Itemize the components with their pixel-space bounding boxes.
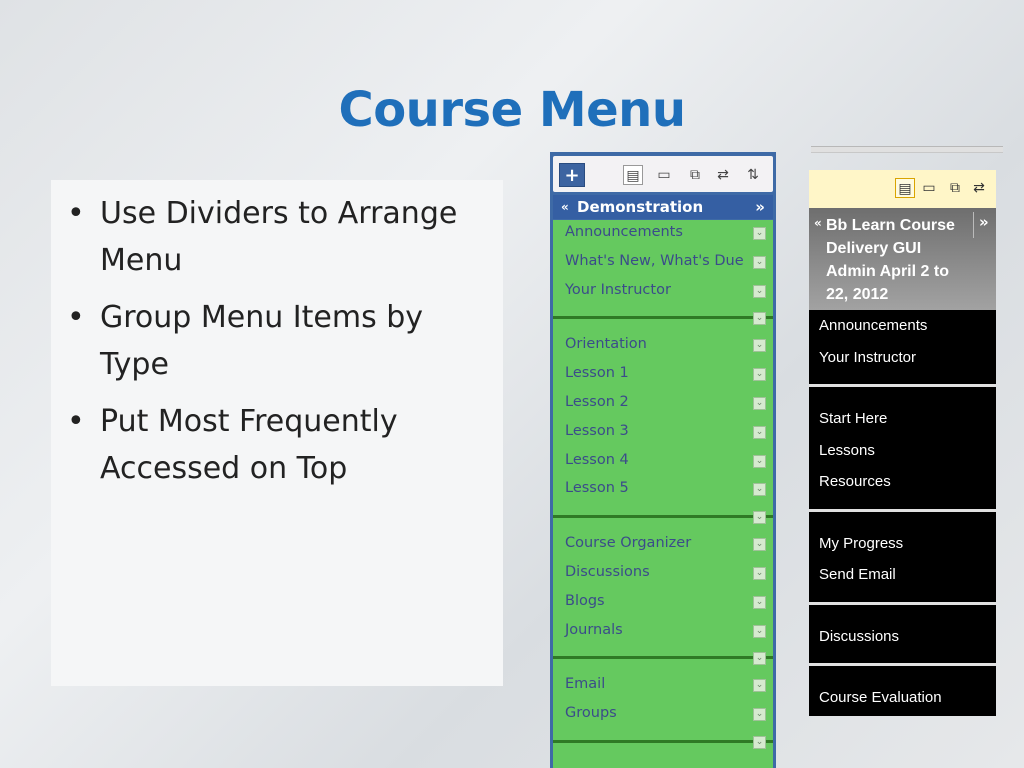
menu-item-your-instructor[interactable]: Your Instructor xyxy=(565,282,671,298)
menu-item-announcements[interactable]: Announcements xyxy=(565,224,683,240)
menu-item-journals[interactable]: Journals xyxy=(565,622,623,638)
window-top-edge xyxy=(811,146,1003,153)
menu-item-lesson-2[interactable]: Lesson 2 xyxy=(565,394,629,410)
divider-options-icon[interactable]: ⌄ xyxy=(753,736,766,749)
folder-view-icon[interactable]: ▭ xyxy=(919,178,939,198)
bullet-list: Use Dividers to Arrange Menu Group Menu … xyxy=(61,190,493,492)
reorder-icon[interactable]: ⇅ xyxy=(743,165,763,185)
window-icon[interactable]: ⧉ xyxy=(945,178,965,198)
menu-item-list: Announcements ⌄ What's New, What's Due ⌄ You… xyxy=(553,220,773,768)
divider-options-icon[interactable]: ⌄ xyxy=(753,511,766,525)
menu-divider xyxy=(809,601,996,605)
menu-item-lesson-1[interactable]: Lesson 1 xyxy=(565,365,629,381)
menu-item-my-progress[interactable]: My Progress xyxy=(819,535,903,552)
menu-item-discussions[interactable]: Discussions xyxy=(565,564,650,580)
menu-item-discussions[interactable]: Discussions xyxy=(819,628,899,645)
item-options-icon[interactable]: ⌄ xyxy=(753,567,766,580)
bullet-item: Use Dividers to Arrange Menu xyxy=(61,190,493,284)
item-options-icon[interactable]: ⌄ xyxy=(753,425,766,439)
menu-item-course-evaluation[interactable]: Course Evaluation xyxy=(819,689,942,706)
bullet-box: Use Dividers to Arrange Menu Group Menu … xyxy=(51,180,503,686)
item-options-icon[interactable]: ⌄ xyxy=(753,538,766,552)
menu-item-email[interactable]: Email xyxy=(565,676,605,692)
menu-divider[interactable] xyxy=(553,656,773,660)
menu-item-groups[interactable]: Groups xyxy=(565,705,617,721)
menu-item-lesson-5[interactable]: Lesson 5 xyxy=(565,480,629,496)
expand-icon[interactable]: » xyxy=(979,213,989,231)
menu-divider xyxy=(809,508,996,512)
menu-item-start-here[interactable]: Start Here xyxy=(819,410,887,427)
add-menu-item-button[interactable]: + xyxy=(559,163,585,187)
menu-divider xyxy=(809,663,996,666)
item-options-icon[interactable]: ⌄ xyxy=(753,368,766,382)
course-menu-green: + ▤ ▭ ⧉ ⇄ ⇅ « Demonstration » Announceme… xyxy=(550,152,776,768)
menu-item-resources[interactable]: Resources xyxy=(819,473,891,490)
item-options-icon[interactable]: ⌄ xyxy=(753,483,766,497)
collapse-icon[interactable]: « xyxy=(561,195,569,219)
menu-item-what-s-new-what-s-due[interactable]: What's New, What's Due xyxy=(565,253,744,269)
item-options-icon[interactable]: ⌄ xyxy=(753,708,766,722)
refresh-icon[interactable]: ⇄ xyxy=(969,178,989,198)
bullet-item: Group Menu Items by Type xyxy=(61,294,493,388)
item-options-icon[interactable]: ⌄ xyxy=(753,255,766,269)
menu-item-lessons[interactable]: Lessons xyxy=(819,442,875,459)
divider-options-icon[interactable]: ⌄ xyxy=(753,312,766,326)
divider-options-icon[interactable]: ⌄ xyxy=(753,652,766,666)
item-options-icon[interactable]: ⌄ xyxy=(753,679,766,693)
course-name: Demonstration xyxy=(577,198,704,216)
item-options-icon[interactable]: ⌄ xyxy=(753,595,766,609)
course-header[interactable]: « Bb Learn Course Delivery GUI Admin Apr… xyxy=(809,208,996,310)
menu-item-lesson-4[interactable]: Lesson 4 xyxy=(565,452,629,468)
item-options-icon[interactable]: ⌄ xyxy=(753,454,766,468)
course-name: Bb Learn Course Delivery GUI Admin April… xyxy=(826,217,955,303)
item-options-icon[interactable]: ⌄ xyxy=(753,284,766,298)
menu-item-announcements[interactable]: Announcements xyxy=(819,317,927,334)
menu-divider[interactable] xyxy=(553,740,773,743)
slide-title: Course Menu xyxy=(338,82,686,138)
item-options-icon[interactable]: ⌄ xyxy=(753,624,766,638)
menu-item-send-email[interactable]: Send Email xyxy=(819,566,896,583)
menu-divider xyxy=(809,384,996,387)
menu-item-course-organizer[interactable]: Course Organizer xyxy=(565,535,691,551)
list-view-icon[interactable]: ▤ xyxy=(895,178,915,198)
item-options-icon[interactable]: ⌄ xyxy=(753,339,766,353)
menu-toolbar: + ▤ ▭ ⧉ ⇄ ⇅ xyxy=(553,156,773,192)
item-options-icon[interactable]: ⌄ xyxy=(753,397,766,410)
window-icon[interactable]: ⧉ xyxy=(685,165,705,185)
menu-item-your-instructor[interactable]: Your Instructor xyxy=(819,349,916,366)
expand-icon[interactable]: » xyxy=(755,195,765,219)
item-options-icon[interactable]: ⌄ xyxy=(753,227,766,240)
bullet-item: Put Most Frequently Accessed on Top xyxy=(61,398,493,492)
menu-item-blogs[interactable]: Blogs xyxy=(565,593,605,609)
menu-divider[interactable] xyxy=(553,515,773,519)
header-separator xyxy=(973,212,974,238)
menu-divider[interactable] xyxy=(553,316,773,320)
refresh-icon[interactable]: ⇄ xyxy=(713,165,733,185)
course-menu-black: ▤ ▭ ⧉ ⇄ « Bb Learn Course Delivery GUI A… xyxy=(809,170,996,716)
list-view-icon[interactable]: ▤ xyxy=(623,165,643,185)
menu-toolbar: ▤ ▭ ⧉ ⇄ xyxy=(809,170,996,208)
menu-item-orientation[interactable]: Orientation xyxy=(565,336,647,352)
menu-item-lesson-3[interactable]: Lesson 3 xyxy=(565,423,629,439)
folder-view-icon[interactable]: ▭ xyxy=(654,165,674,185)
course-header[interactable]: « Demonstration » xyxy=(553,195,773,219)
collapse-icon[interactable]: « xyxy=(814,216,822,230)
